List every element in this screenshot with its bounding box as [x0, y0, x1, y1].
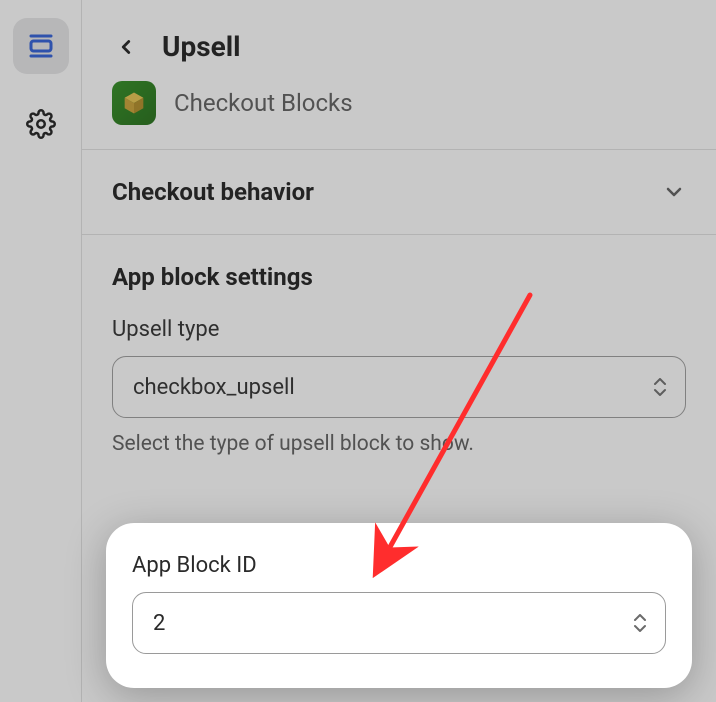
upsell-type-value: checkbox_upsell — [133, 375, 295, 400]
app-icon — [112, 81, 156, 125]
upsell-type-field: Upsell type checkbox_upsell Select the t… — [112, 317, 686, 456]
app-block-id-field: App Block ID 2 — [132, 553, 666, 654]
panel-header: Upsell Checkout Blocks — [82, 0, 716, 150]
checkout-behavior-section[interactable]: Checkout behavior — [82, 150, 716, 235]
left-rail — [0, 0, 82, 702]
checkout-behavior-title: Checkout behavior — [112, 178, 314, 206]
chevron-down-icon — [662, 180, 686, 204]
app-block-id-value: 2 — [153, 611, 165, 636]
app-name-label: Checkout Blocks — [174, 89, 353, 117]
gear-icon — [26, 109, 56, 139]
app-root: Upsell Checkout Blocks Checkout behavior — [0, 0, 716, 702]
app-block-id-label: App Block ID — [132, 553, 666, 578]
upsell-type-help: Select the type of upsell block to show. — [112, 432, 686, 456]
section-icon — [26, 31, 56, 61]
app-block-id-highlight: App Block ID 2 — [106, 523, 692, 688]
cube-icon — [120, 89, 148, 117]
settings-rail-button[interactable] — [13, 96, 69, 152]
chevron-left-icon — [115, 36, 137, 58]
app-block-id-select[interactable]: 2 — [132, 592, 666, 654]
settings-title: App block settings — [112, 263, 686, 291]
upsell-type-select[interactable]: checkbox_upsell — [112, 356, 686, 418]
select-stepper-icon — [653, 378, 667, 396]
app-identity-row: Checkout Blocks — [112, 81, 686, 125]
select-stepper-icon — [633, 614, 647, 632]
upsell-type-label: Upsell type — [112, 317, 686, 342]
back-button[interactable] — [112, 33, 140, 61]
page-title: Upsell — [162, 30, 241, 63]
sections-rail-button[interactable] — [13, 18, 69, 74]
